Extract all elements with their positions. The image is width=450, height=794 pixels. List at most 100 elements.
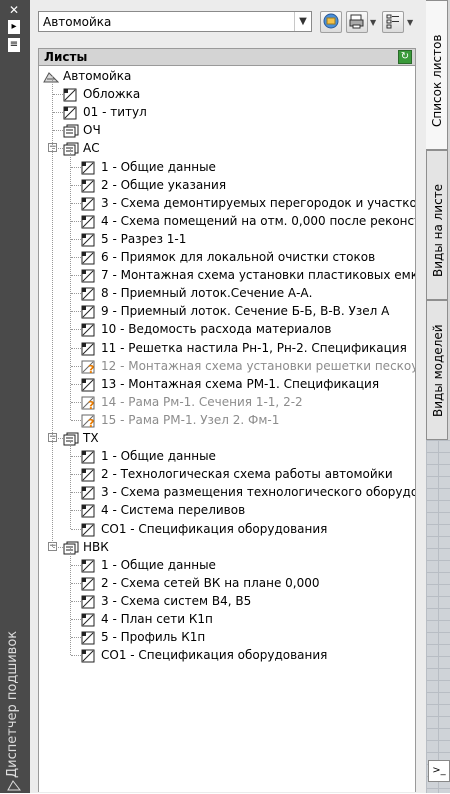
tab-model-views[interactable]: Виды моделей <box>426 300 448 440</box>
tree-connector <box>71 365 81 367</box>
chevron-down-icon[interactable]: ▼ <box>294 12 311 31</box>
sheet-icon <box>63 105 77 120</box>
drawing-icon <box>7 779 22 791</box>
tab-sheet-list[interactable]: Список листов <box>426 0 448 150</box>
view-options-dropdown-icon[interactable]: ▼ <box>407 18 413 27</box>
tree-row[interactable]: 13 - Монтажная схема РМ-1. Спецификация <box>39 375 415 393</box>
tree-row-label: 1 - Общие данные <box>101 449 216 464</box>
sheet-icon <box>81 160 95 174</box>
tree-group-row[interactable]: − НВК <box>39 538 415 556</box>
tree-row-label: 4 - План сети К1п <box>101 612 213 626</box>
tree-row[interactable]: 3 - Схема размещения технологического об… <box>39 483 415 501</box>
tree-connector <box>71 257 81 258</box>
tree-row-label: НВК <box>83 539 109 554</box>
tree-row-label: 6 - Приямок для локальной очистки стоков <box>101 250 376 264</box>
properties-menu-icon[interactable]: ≡ <box>8 38 20 52</box>
tree-row-label: 12 - Монтажная схема установки решетки п… <box>101 358 416 373</box>
tree-row-label: 7 - Монтажная схема установки пластиковы… <box>101 268 415 283</box>
svg-text:?: ? <box>88 399 94 410</box>
tree-row[interactable]: ? 15 - Рама РМ-1. Узел 2. Фм-1 <box>39 411 415 430</box>
sheet-icon <box>81 250 95 265</box>
tree-row[interactable]: 1 - Общие данные <box>39 447 415 465</box>
tree-row[interactable]: 2 - Общие указания <box>39 176 415 194</box>
sheet-icon <box>81 648 95 663</box>
view-options-button[interactable] <box>382 11 404 33</box>
sheet-icon <box>81 196 95 211</box>
tree-row[interactable]: 3 - Схема систем В4, В5 <box>39 592 415 610</box>
tree-connector <box>53 94 63 96</box>
tree-row[interactable]: Автомойка <box>39 67 415 85</box>
sheet-icon <box>81 341 95 355</box>
tree-row[interactable]: 3 - Схема демонтируемых перегородок и уч… <box>39 194 415 212</box>
tree-row[interactable]: 4 - Схема помещений на отм. 0,000 после … <box>39 212 415 230</box>
tree-row[interactable]: Обложка <box>39 85 415 103</box>
tree-row-label: Автомойка <box>63 69 132 83</box>
svg-text:?: ? <box>88 417 94 428</box>
tree-row[interactable]: 2 - Схема сетей ВК на плане 0,000 <box>39 574 415 592</box>
tree-row[interactable]: СО1 - Спецификация оборудования <box>39 520 415 538</box>
tree-row[interactable]: 1 - Общие данные <box>39 158 415 176</box>
tree-row[interactable]: 1 - Общие данные <box>39 556 415 574</box>
sheet-tree[interactable]: Автомойка Обложка 01 - титул ОЧ − АС 1 - Общие… <box>38 66 416 792</box>
sheet-icon <box>81 576 95 591</box>
tree-row[interactable]: 11 - Решетка настила Рн-1, Рн-2. Специфи… <box>39 339 415 357</box>
tree-connector <box>52 76 53 547</box>
sheet-set-manager-panel: Автомойка ▼ ▼ ▼ Листы ↻ Автомойка Обложка… <box>30 0 427 793</box>
autohide-icon[interactable]: ▸ <box>8 20 20 34</box>
tree-connector <box>53 546 63 548</box>
tree-connector <box>71 456 81 458</box>
sheet-icon <box>81 449 95 464</box>
tree-row-label: 4 - Схема помещений на отм. 0,000 после … <box>101 213 415 228</box>
tree-row[interactable]: 4 - План сети К1п <box>39 610 415 628</box>
tree-row-label: 10 - Ведомость расхода материалов <box>101 322 332 337</box>
tree-row[interactable]: 5 - Профиль К1п <box>39 628 415 646</box>
tree-row[interactable]: ОЧ <box>39 121 415 139</box>
publish-button[interactable] <box>346 11 368 33</box>
tree-row-label: 8 - Приемный лоток.Сечение А-А. <box>101 286 313 301</box>
tree-connector <box>71 474 81 476</box>
tree-row[interactable]: 2 - Технологическая схема работы автомой… <box>39 465 415 483</box>
subset-icon <box>63 123 79 138</box>
tree-connector <box>71 238 81 240</box>
tree-row[interactable]: СО1 - Спецификация оборудования <box>39 646 415 664</box>
tree-row-label: 3 - Схема размещения технологического об… <box>101 485 415 500</box>
tree-row[interactable]: 9 - Приемный лоток. Сечение Б-Б, В-В. Уз… <box>39 302 415 320</box>
tree-row-label: 5 - Разрез 1-1 <box>101 231 187 246</box>
tree-row[interactable]: ? 12 - Монтажная схема установки решетки … <box>39 357 416 376</box>
refresh-icon[interactable]: ↻ <box>398 50 412 64</box>
tree-row[interactable]: ? 14 - Рама Рм-1. Сечения 1-1, 2-2 <box>39 393 415 412</box>
tree-group-row[interactable]: − АС <box>39 139 415 157</box>
tree-connector <box>71 329 81 331</box>
tree-connector <box>70 546 71 656</box>
tree-connector <box>71 528 81 530</box>
sheet-icon <box>81 558 95 573</box>
tab-sheet-views[interactable]: Виды на листе <box>426 150 448 300</box>
tree-row[interactable]: 01 - титул <box>39 103 415 121</box>
missing-sheet-icon: ? <box>81 359 95 376</box>
tree-row[interactable]: 5 - Разрез 1-1 <box>39 230 415 248</box>
svg-text:?: ? <box>88 363 94 374</box>
tree-connector <box>71 655 81 657</box>
sheet-icon <box>81 467 95 482</box>
sheet-icon <box>81 268 95 283</box>
palette-title: Диспетчер подшивок <box>2 620 28 780</box>
tree-row-label: 14 - Рама Рм-1. Сечения 1-1, 2-2 <box>101 394 303 409</box>
sheet-icon <box>81 594 95 609</box>
sheet-icon <box>63 87 77 102</box>
sheet-icon <box>81 214 95 229</box>
tree-group-row[interactable]: − ТХ <box>39 429 415 447</box>
tree-row[interactable]: 4 - Система переливов <box>39 501 415 519</box>
sheet-icon <box>81 485 95 500</box>
tree-row[interactable]: 7 - Монтажная схема установки пластиковы… <box>39 266 415 284</box>
close-icon[interactable]: ✕ <box>6 3 22 17</box>
publish-dropdown-icon[interactable]: ▼ <box>370 18 376 27</box>
tree-row[interactable]: 6 - Приямок для локальной очистки стоков <box>39 248 415 266</box>
sheet-set-combo[interactable]: Автомойка ▼ <box>38 11 312 32</box>
command-line-icon[interactable]: >_ <box>428 760 450 782</box>
tree-row[interactable]: 8 - Приемный лоток.Сечение А-А. <box>39 284 415 302</box>
sheet-set-button[interactable] <box>320 11 342 33</box>
tree-row-label: 1 - Общие данные <box>101 557 216 572</box>
view-options-icon <box>386 14 399 29</box>
tree-row[interactable]: 10 - Ведомость расхода материалов <box>39 320 415 338</box>
tree-connector <box>71 619 81 620</box>
